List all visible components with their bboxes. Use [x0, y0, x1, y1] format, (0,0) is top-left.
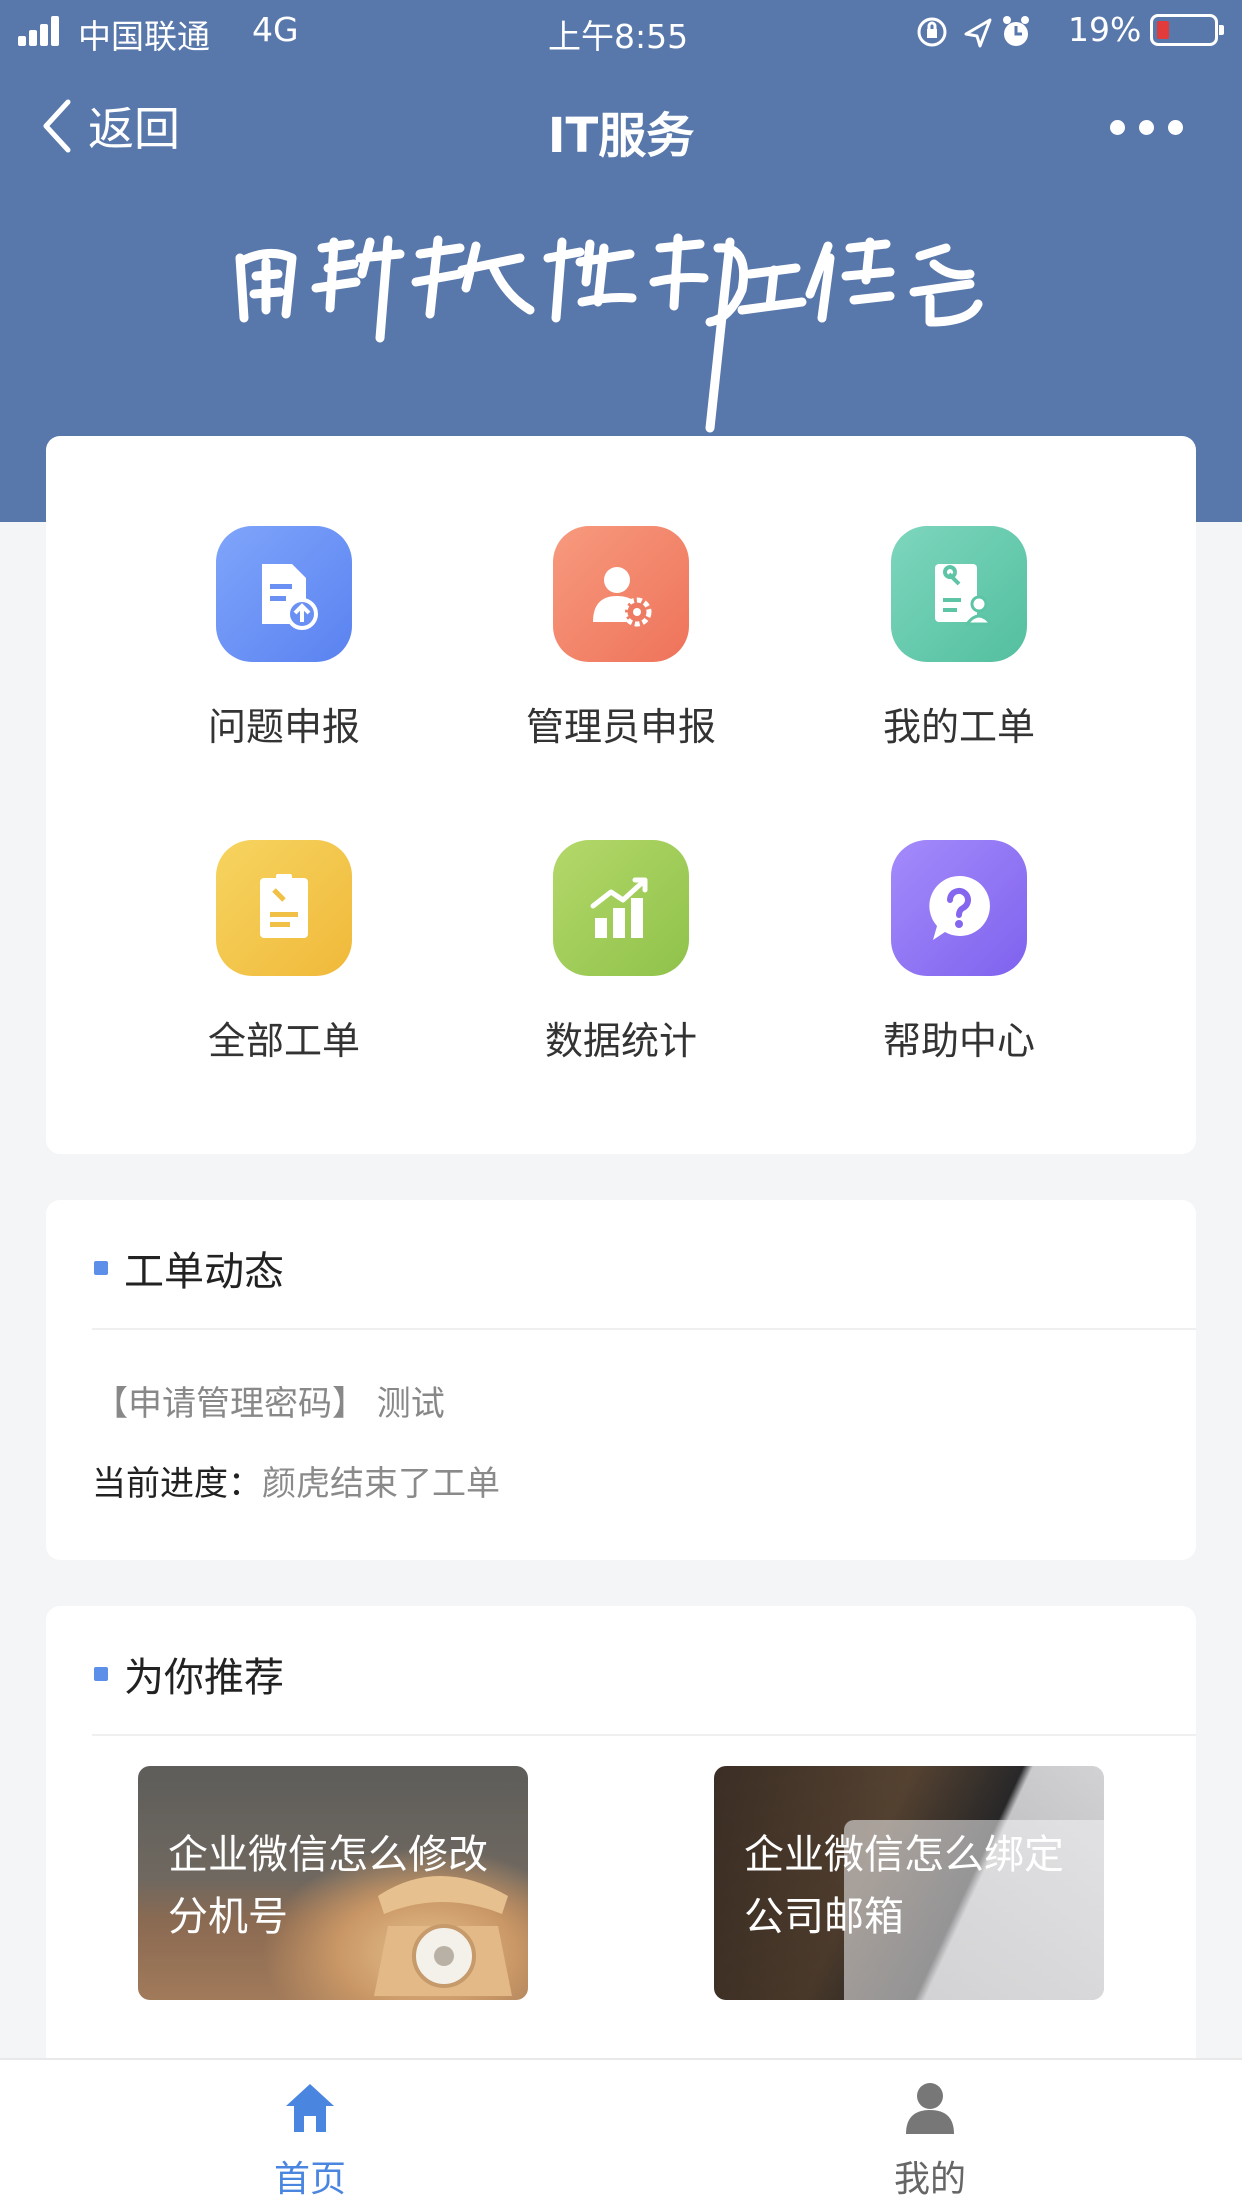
my-ticket-icon [891, 526, 1027, 662]
ticket-progress: 当前进度：颜虎结束了工单 [92, 1456, 500, 1505]
menu-label: 帮助中心 [882, 1019, 1035, 1063]
section-marker [94, 1667, 108, 1681]
battery-icon [1150, 14, 1224, 46]
menu-label: 管理员申报 [525, 705, 716, 749]
alarm-icon [1003, 16, 1029, 46]
menu-item-help-center[interactable]: 帮助中心 [809, 840, 1109, 1100]
status-bar: 中国联通 4G 上午8:55 19% [0, 0, 1242, 64]
location-arrow-icon [964, 18, 992, 48]
recommend-card[interactable]: 企业微信怎么绑定公司邮箱 [714, 1766, 1104, 2000]
section-title: 工单动态 [124, 1249, 284, 1295]
recommend-section: 为你推荐 企业微信怎么修改分机号 企业微信怎么绑定公司邮箱 [46, 1606, 1196, 2058]
nav-bar: 返回 IT服务 [0, 76, 1242, 176]
admin-gear-icon [553, 526, 689, 662]
menu-label: 我的工单 [882, 705, 1035, 749]
recommend-title: 企业微信怎么修改分机号 [168, 1832, 488, 1940]
menu-label: 数据统计 [544, 1019, 697, 1063]
menu-item-all-tickets[interactable]: 全部工单 [134, 840, 434, 1100]
home-icon [286, 2084, 334, 2132]
user-icon [906, 2083, 954, 2134]
network-label: 4G [252, 10, 299, 49]
status-icons [917, 16, 1029, 48]
help-question-icon [891, 840, 1027, 976]
menu-item-statistics[interactable]: 数据统计 [471, 840, 771, 1100]
menu-label: 问题申报 [207, 705, 360, 749]
battery-percent: 19% [1068, 10, 1142, 49]
bar-chart-icon [553, 840, 689, 976]
tab-home[interactable]: 首页 [210, 2078, 410, 2202]
ticket-section: 工单动态 【申请管理密码】 测试 当前进度：颜虎结束了工单 [46, 1200, 1196, 1560]
menu-item-my-tickets[interactable]: 我的工单 [809, 526, 1109, 786]
tab-label: 首页 [273, 2159, 346, 2200]
progress-value: 颜虎结束了工单 [262, 1464, 500, 1504]
signal-icon [18, 16, 66, 46]
section-header: 工单动态 [94, 1240, 284, 1296]
recommend-title: 企业微信怎么绑定公司邮箱 [744, 1832, 1064, 1940]
section-marker [94, 1261, 108, 1275]
orientation-lock-icon [917, 17, 947, 47]
section-header: 为你推荐 [94, 1646, 284, 1702]
all-tickets-icon [216, 840, 352, 976]
tab-label: 我的 [893, 2159, 966, 2200]
divider [92, 1328, 1196, 1330]
section-title: 为你推荐 [124, 1655, 284, 1701]
carrier-label: 中国联通 [78, 17, 210, 56]
menu-label: 全部工单 [207, 1019, 360, 1063]
page-title: IT服务 [547, 108, 695, 164]
ticket-title[interactable]: 【申请管理密码】 测试 [94, 1376, 445, 1425]
menu-item-admin-report[interactable]: 管理员申报 [471, 526, 771, 786]
menu-item-report[interactable]: 问题申报 [134, 526, 434, 786]
tab-me[interactable]: 我的 [830, 2078, 1030, 2202]
function-grid: 问题申报 管理员申报 我的工单 全部工单 数据统计 帮助中心 [46, 436, 1196, 1154]
progress-label: 当前进度： [92, 1464, 262, 1504]
report-upload-icon [216, 526, 352, 662]
more-dots-icon[interactable] [1110, 110, 1186, 140]
recommend-card[interactable]: 企业微信怎么修改分机号 [138, 1766, 528, 2000]
divider [92, 1734, 1196, 1736]
bottom-tab-bar: 首页 我的 [0, 2058, 1242, 2210]
status-time: 上午8:55 [548, 17, 689, 56]
calligraphy-slogan [235, 233, 983, 433]
